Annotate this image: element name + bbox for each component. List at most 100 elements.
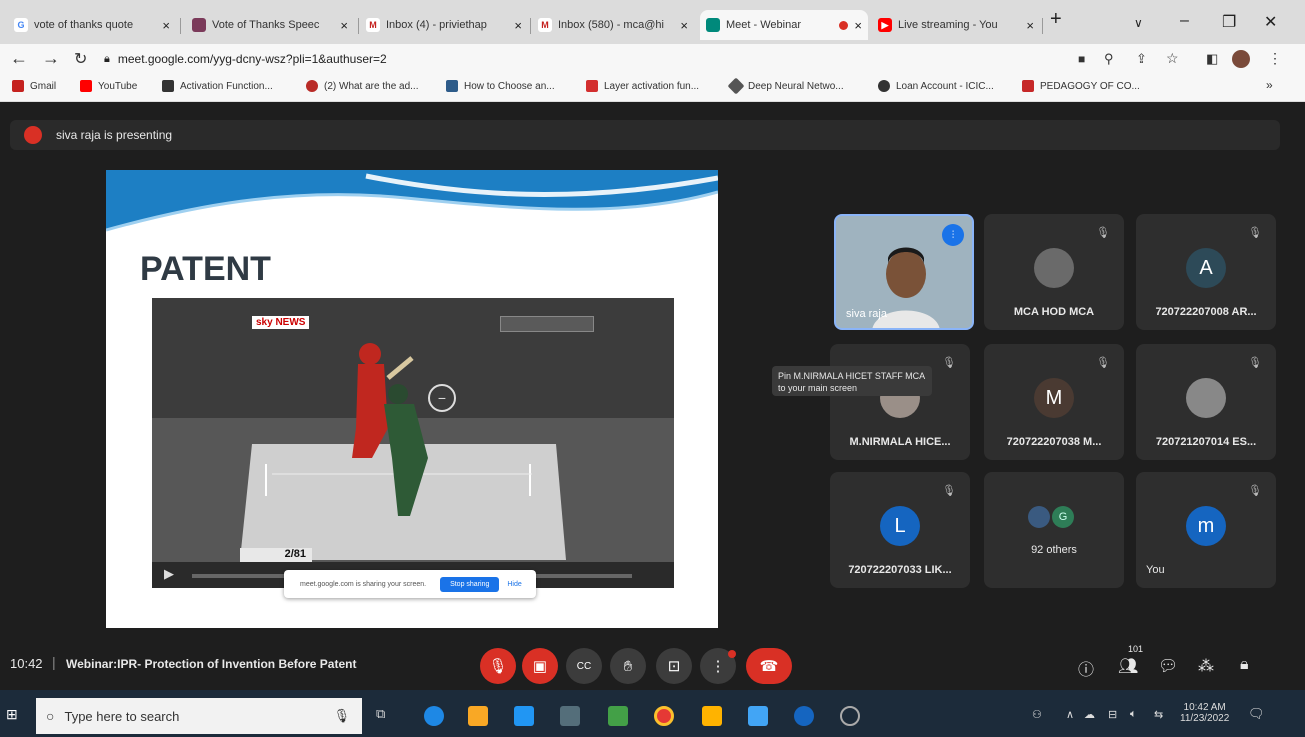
taskbar-search[interactable]: ○ Type here to search 🎙︎ bbox=[36, 698, 362, 734]
bookmark-layer-activation[interactable]: Layer activation fun... bbox=[586, 80, 699, 92]
bookmark-quora[interactable]: (2) What are the ad... bbox=[306, 80, 419, 92]
slide-wave-header bbox=[106, 170, 718, 232]
new-tab-plus-icon[interactable]: + bbox=[1050, 8, 1062, 31]
tab-label: Vote of Thanks Speec bbox=[212, 19, 320, 31]
info-icon[interactable]: ⓘ bbox=[1078, 656, 1094, 680]
forward-arrow-icon[interactable]: → bbox=[42, 48, 60, 69]
tab-vote-of-thanks-speech[interactable]: Vote of Thanks Speec × bbox=[186, 10, 354, 40]
others-count: 92 others bbox=[1031, 544, 1077, 556]
tab-meet-webinar[interactable]: Meet - Webinar × bbox=[700, 10, 868, 40]
box-app-icon[interactable] bbox=[748, 706, 768, 726]
bookmark-loan-account[interactable]: Loan Account - ICIC... bbox=[878, 80, 994, 92]
close-icon[interactable]: × bbox=[514, 18, 522, 33]
bookmark-activation-function[interactable]: Activation Function... bbox=[162, 80, 273, 92]
profile-avatar[interactable] bbox=[1232, 50, 1250, 68]
zoom-out-icon[interactable]: − bbox=[428, 384, 456, 412]
stop-sharing-button[interactable]: Stop sharing bbox=[440, 576, 500, 592]
bookmark-deep-neural[interactable]: Deep Neural Netwo... bbox=[727, 77, 844, 95]
participant-tile[interactable]: 🎙︎ A 720722207008 AR... bbox=[1136, 214, 1276, 330]
microphone-icon[interactable]: 🎙︎ bbox=[333, 708, 350, 724]
site-icon bbox=[586, 80, 598, 92]
participant-tile[interactable]: ⫶ siva raja bbox=[834, 214, 974, 330]
close-icon[interactable]: × bbox=[854, 18, 862, 33]
store-icon[interactable] bbox=[560, 706, 580, 726]
tab-live-streaming[interactable]: ▶ Live streaming - You × bbox=[872, 10, 1040, 40]
address-bar[interactable]: 🔒︎ meet.google.com/yyg-dcny-wsz?pli=1&au… bbox=[104, 47, 1064, 71]
tab-search-chevron-icon[interactable]: ∨ bbox=[1134, 16, 1143, 30]
bookmark-youtube[interactable]: YouTube bbox=[80, 80, 137, 92]
window-close-icon[interactable]: ✕ bbox=[1264, 12, 1277, 32]
chat-icon[interactable]: 💬︎ bbox=[1158, 656, 1178, 676]
share-icon[interactable]: ⇪ bbox=[1136, 51, 1147, 67]
bookmark-how-to-choose[interactable]: How to Choose an... bbox=[446, 80, 555, 92]
edge-icon[interactable] bbox=[424, 706, 444, 726]
cloud-icon[interactable]: ☁︎ bbox=[1084, 708, 1095, 721]
people-icon[interactable]: 👥︎ bbox=[1118, 656, 1138, 676]
zoom-icon[interactable]: ⚲ bbox=[1104, 51, 1114, 67]
meeting-title: Webinar:IPR- Protection of Invention Bef… bbox=[66, 657, 357, 671]
leave-call-button[interactable]: ☎︎ bbox=[746, 648, 792, 684]
hide-button[interactable]: Hide bbox=[507, 581, 521, 588]
taskbar-clock[interactable]: 10:42 AM 11/23/2022 bbox=[1180, 702, 1229, 724]
camera-icon[interactable]: ■ bbox=[1078, 52, 1085, 66]
show-hidden-icons-chevron-icon[interactable]: ∧ bbox=[1066, 708, 1074, 721]
raise-hand-button[interactable]: ✋︎ bbox=[610, 648, 646, 684]
bookmark-gmail[interactable]: Gmail bbox=[12, 80, 56, 92]
meeting-time: 10:42 bbox=[10, 656, 43, 671]
participant-tile[interactable]: 🎙︎ MCA HOD MCA bbox=[984, 214, 1124, 330]
network-icon[interactable]: ⊟ bbox=[1108, 708, 1117, 721]
app-icon[interactable] bbox=[840, 706, 860, 726]
activities-icon[interactable]: ⁂ bbox=[1198, 656, 1214, 676]
mail-icon[interactable] bbox=[514, 706, 534, 726]
participant-tile[interactable]: 🎙︎ 720721207014 ES... bbox=[1136, 344, 1276, 460]
play-icon[interactable]: ▶ bbox=[164, 566, 174, 582]
quora-icon bbox=[306, 80, 318, 92]
file-explorer-icon[interactable] bbox=[468, 706, 488, 726]
tab-label: Live streaming - You bbox=[898, 19, 998, 31]
close-icon[interactable]: × bbox=[680, 18, 688, 33]
mic-off-icon: 🎙︎ bbox=[1248, 485, 1262, 497]
restore-icon[interactable]: ❐ bbox=[1222, 12, 1236, 32]
bookmark-label: PEDAGOGY OF CO... bbox=[1040, 80, 1140, 92]
site-icon bbox=[727, 77, 745, 95]
bookmark-label: Gmail bbox=[30, 80, 57, 92]
camera-toggle-button[interactable]: ▣ bbox=[522, 648, 558, 684]
bookmarks-bar: Gmail YouTube Activation Function... (2)… bbox=[0, 74, 1305, 102]
participant-tile-self[interactable]: 🎙︎ m You bbox=[1136, 472, 1276, 588]
tab-inbox-580[interactable]: M Inbox (580) - mca@hi × bbox=[532, 10, 694, 40]
python-icon[interactable] bbox=[702, 706, 722, 726]
back-arrow-icon[interactable]: ← bbox=[10, 48, 28, 69]
more-bookmarks-chevron-icon[interactable]: » bbox=[1266, 78, 1273, 92]
windows-start-icon[interactable]: ⊞ bbox=[6, 706, 18, 723]
cricket-scene bbox=[152, 298, 674, 588]
language-icon[interactable]: ⇆ bbox=[1154, 708, 1163, 721]
reload-icon[interactable]: ↻ bbox=[74, 49, 87, 69]
participant-tile[interactable]: 🎙︎ M 720722207038 M... bbox=[984, 344, 1124, 460]
bookmark-pedagogy[interactable]: PEDAGOGY OF CO... bbox=[1022, 80, 1140, 92]
close-icon[interactable]: × bbox=[1026, 18, 1034, 33]
present-button[interactable]: ⊡ bbox=[656, 648, 692, 684]
tab-inbox-4[interactable]: M Inbox (4) - priviethap × bbox=[360, 10, 528, 40]
mic-toggle-button[interactable]: 🎙︎ bbox=[480, 648, 516, 684]
close-icon[interactable]: × bbox=[340, 18, 348, 33]
browser-tab-strip: G vote of thanks quote × Vote of Thanks … bbox=[0, 0, 1305, 44]
host-controls-icon[interactable]: 🔒︎ bbox=[1240, 656, 1249, 674]
captions-button[interactable]: CC bbox=[566, 648, 602, 684]
chrome-icon[interactable] bbox=[654, 706, 674, 726]
notifications-icon[interactable]: 🗨︎ bbox=[1248, 706, 1265, 722]
others-tile[interactable]: G 92 others bbox=[984, 472, 1124, 588]
teams-icon[interactable] bbox=[794, 706, 814, 726]
bookmark-star-icon[interactable]: ☆ bbox=[1166, 50, 1179, 67]
participant-tile[interactable]: 🎙︎ M.NIRMALA HICE... bbox=[830, 344, 970, 460]
task-view-icon[interactable]: ⧉ bbox=[376, 706, 385, 722]
minimize-icon[interactable]: – bbox=[1180, 12, 1189, 30]
volume-icon[interactable]: 🔈︎ bbox=[1130, 708, 1137, 721]
excel-icon[interactable] bbox=[608, 706, 628, 726]
close-icon[interactable]: × bbox=[162, 18, 170, 33]
participant-tile[interactable]: 🎙︎ L 720722207033 LIK... bbox=[830, 472, 970, 588]
embedded-video[interactable]: sky NEWS − 2/81 ▶ bbox=[152, 298, 674, 588]
menu-kebab-icon[interactable]: ⋮ bbox=[1268, 50, 1282, 67]
side-panel-icon[interactable]: ◧ bbox=[1206, 51, 1218, 67]
tab-vote-of-thanks-quote[interactable]: G vote of thanks quote × bbox=[8, 10, 176, 40]
people-tray-icon[interactable]: ⚇ bbox=[1032, 708, 1042, 721]
